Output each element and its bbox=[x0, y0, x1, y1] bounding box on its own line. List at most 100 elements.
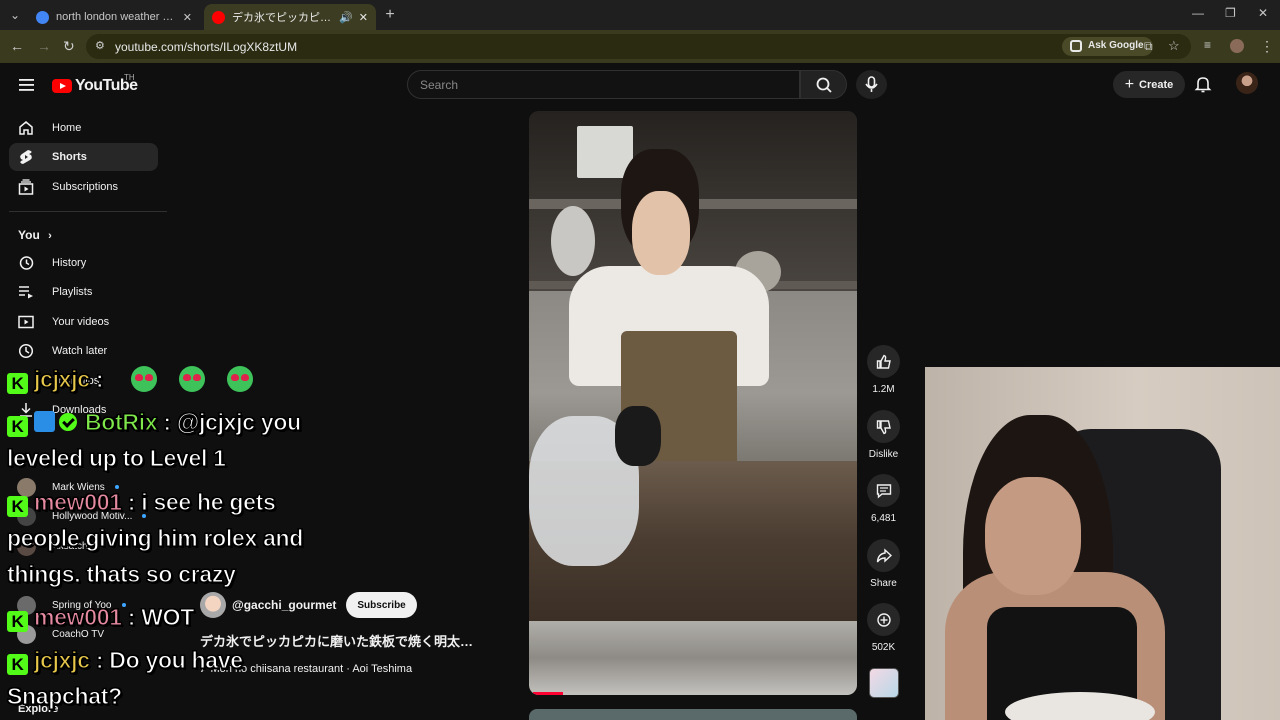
forward-icon[interactable]: → bbox=[37, 38, 51, 54]
short-channel-row: @gacchi_gourmet Subscribe bbox=[200, 592, 417, 618]
close-tab-icon[interactable]: ✕ bbox=[359, 11, 368, 24]
chat-text: people giving him rolex and bbox=[6, 525, 304, 552]
restore-icon[interactable]: ❐ bbox=[1225, 6, 1236, 20]
sidebar-item-label: Subscriptions bbox=[52, 181, 119, 193]
sidebar-item-label: Playlists bbox=[52, 286, 93, 298]
like-button[interactable]: 1.2M bbox=[867, 345, 900, 395]
country-code: TH bbox=[124, 73, 135, 82]
playlists-icon bbox=[17, 283, 35, 301]
remix-count: 502K bbox=[871, 642, 896, 653]
sidebar-item-playlists[interactable]: Playlists bbox=[9, 278, 158, 306]
bookmark-star-icon[interactable]: ☆ bbox=[1168, 38, 1180, 54]
sidebar-item-history[interactable]: History bbox=[9, 249, 158, 277]
webcam-overlay bbox=[925, 367, 1280, 720]
sidebar-item-home[interactable]: Home bbox=[9, 114, 158, 142]
speaker-icon[interactable]: 🔊 bbox=[339, 11, 353, 24]
short-title[interactable]: デカ氷でピッカピカに磨いた鉄板で焼く明太… bbox=[200, 631, 505, 650]
youtube-logo[interactable]: YouTube TH bbox=[52, 73, 138, 95]
video-progress-bar[interactable] bbox=[533, 692, 563, 695]
your-videos-icon bbox=[17, 313, 35, 331]
kick-badge-icon: K bbox=[7, 416, 28, 437]
sidebar-you-header[interactable]: You › bbox=[18, 228, 52, 242]
chat-username: mew001 bbox=[34, 604, 123, 631]
webcam-face bbox=[985, 477, 1081, 595]
channel-avatar[interactable] bbox=[200, 592, 226, 618]
cook-face bbox=[632, 191, 690, 275]
chat-separator: : bbox=[121, 489, 142, 516]
close-window-icon[interactable]: ✕ bbox=[1258, 6, 1268, 20]
chat-message: Kmew001 : WOT bbox=[7, 604, 195, 632]
new-tab-icon[interactable]: + bbox=[380, 5, 400, 25]
account-avatar[interactable] bbox=[1236, 72, 1258, 94]
sidebar-item-your-videos[interactable]: Your videos bbox=[9, 308, 158, 336]
create-button[interactable]: + Create bbox=[1113, 71, 1185, 98]
sidebar-item-watch-later[interactable]: Watch later bbox=[9, 337, 158, 365]
sidebar-item-subscriptions[interactable]: Subscriptions bbox=[9, 173, 158, 201]
hamburger-menu-icon[interactable] bbox=[19, 78, 34, 96]
tab-title: north london weather - Google Se bbox=[56, 11, 177, 23]
notifications-bell-icon[interactable] bbox=[1194, 75, 1212, 98]
reload-icon[interactable]: ↻ bbox=[63, 38, 75, 55]
kick-badge-icon: K bbox=[7, 654, 28, 675]
verified-badge-icon bbox=[59, 413, 77, 431]
next-short-preview[interactable] bbox=[529, 709, 857, 720]
browser-tab-youtube[interactable]: デカ氷でピッカピカに磨いた鉄板で 🔊 ✕ bbox=[204, 4, 376, 30]
dislike-label: Dislike bbox=[868, 449, 899, 460]
sound-thumbnail[interactable] bbox=[869, 668, 899, 698]
create-label: Create bbox=[1139, 78, 1174, 91]
subscribe-button[interactable]: Subscribe bbox=[346, 592, 417, 618]
browser-tab-google[interactable]: north london weather - Google Se ✕ bbox=[28, 4, 200, 30]
back-icon[interactable]: ← bbox=[10, 38, 24, 54]
channel-name[interactable]: @gacchi_gourmet bbox=[232, 598, 336, 612]
chat-separator: : bbox=[157, 409, 177, 436]
minimize-icon[interactable]: — bbox=[1192, 6, 1204, 20]
heart-eyes-emote-icon bbox=[131, 366, 158, 392]
dislike-button[interactable]: Dislike bbox=[867, 410, 900, 460]
google-favicon-icon bbox=[36, 10, 49, 24]
chat-username: jcjxjc bbox=[34, 366, 91, 393]
chevron-right-icon: › bbox=[48, 230, 52, 242]
profile-avatar-icon[interactable] bbox=[1230, 39, 1244, 53]
like-count: 1.2M bbox=[872, 384, 895, 395]
site-info-icon[interactable]: ⚙ bbox=[95, 39, 105, 52]
search-placeholder: Search bbox=[420, 78, 459, 92]
reading-list-icon[interactable]: ≡ bbox=[1204, 38, 1211, 52]
shorts-video-player[interactable] bbox=[529, 111, 857, 695]
ask-google-button[interactable]: Ask Google bbox=[1062, 37, 1153, 56]
comment-icon bbox=[867, 474, 900, 507]
url-text[interactable]: youtube.com/shorts/ILogXK8ztUM bbox=[115, 40, 297, 54]
sidebar-item-shorts[interactable]: Shorts bbox=[9, 143, 158, 171]
close-tab-icon[interactable]: ✕ bbox=[183, 11, 192, 24]
remix-button[interactable]: 502K bbox=[867, 603, 900, 653]
chat-text: WOT bbox=[141, 604, 195, 631]
comments-button[interactable]: 6,481 bbox=[867, 474, 900, 524]
browser-menu-icon[interactable]: ⋮ bbox=[1260, 38, 1274, 55]
heart-eyes-emote-icon bbox=[227, 366, 254, 392]
chat-message: Kjcjxjc : Do you have bbox=[7, 647, 244, 675]
chat-separator: : bbox=[121, 604, 142, 631]
address-bar[interactable]: ⚙ youtube.com/shorts/ILogXK8ztUM Ask Goo… bbox=[86, 34, 1191, 59]
search-button[interactable] bbox=[800, 70, 847, 99]
youtube-favicon-icon bbox=[212, 10, 225, 24]
tab-search-icon[interactable]: ⌄ bbox=[5, 5, 25, 25]
plus-icon: + bbox=[1124, 75, 1135, 93]
chat-separator: : bbox=[89, 366, 110, 393]
black-glove bbox=[615, 406, 661, 466]
kick-badge-icon: K bbox=[7, 373, 28, 394]
you-label: You bbox=[18, 228, 40, 242]
share-label: Share bbox=[870, 578, 897, 589]
search-input[interactable]: Search bbox=[407, 70, 800, 99]
sidebar-item-label: Shorts bbox=[52, 151, 87, 163]
youtube-play-icon bbox=[52, 79, 72, 93]
comment-count: 6,481 bbox=[870, 513, 897, 524]
share-button[interactable]: Share bbox=[867, 539, 900, 589]
voice-search-button[interactable] bbox=[856, 70, 887, 99]
chat-text: Do you have bbox=[109, 647, 244, 674]
install-app-icon[interactable]: ⧉ bbox=[1144, 39, 1153, 54]
shorts-icon bbox=[17, 148, 35, 166]
sidebar-item-label: Your videos bbox=[52, 316, 110, 328]
browser-tab-strip: ⌄ north london weather - Google Se ✕ デカ氷… bbox=[0, 0, 1280, 30]
watch-later-icon bbox=[17, 342, 35, 360]
thumbs-down-icon bbox=[867, 410, 900, 443]
browser-toolbar: ← → ↻ ⚙ youtube.com/shorts/ILogXK8ztUM A… bbox=[0, 30, 1280, 63]
